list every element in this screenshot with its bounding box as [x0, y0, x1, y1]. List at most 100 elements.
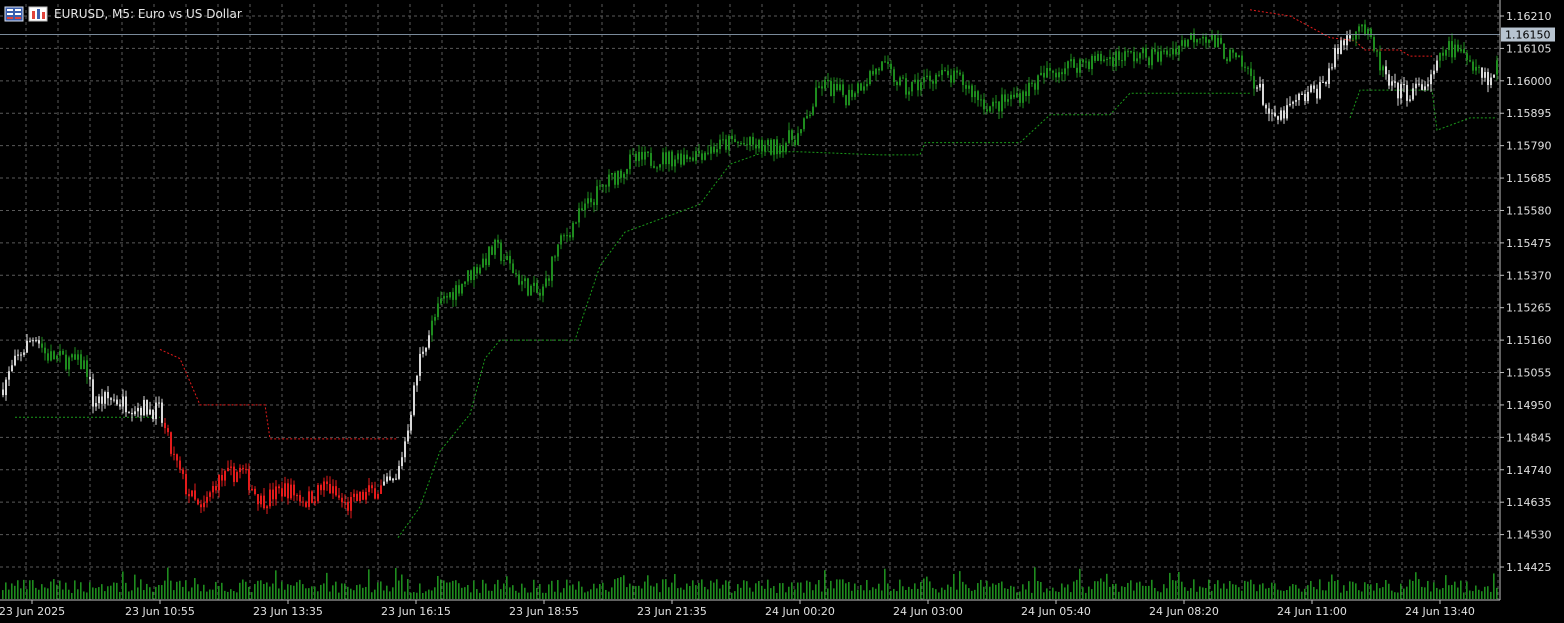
candle-body: [1247, 67, 1249, 69]
candle-body: [989, 106, 991, 112]
candle-body: [1304, 94, 1306, 101]
volume-bar: [1124, 587, 1126, 599]
candle-body: [266, 506, 268, 509]
table-icon[interactable]: [4, 6, 24, 22]
candle-body: [875, 68, 877, 75]
volume-bar: [335, 581, 337, 599]
x-tick-label: 24 Jun 11:00: [1277, 605, 1347, 618]
volume-bar: [1094, 581, 1096, 599]
candle-body: [1313, 85, 1315, 89]
candle-body: [584, 203, 586, 211]
volume-bar: [134, 574, 136, 599]
volume-bar: [596, 588, 598, 599]
candle-body: [836, 83, 838, 91]
candle-body: [968, 85, 970, 89]
price-chart[interactable]: 1.16210 1.16105 1.16000 1.15895 1.15790 1.156…: [0, 0, 1564, 623]
candle-body: [407, 430, 409, 442]
candle-body: [542, 286, 544, 296]
volume-bar: [719, 588, 721, 599]
volume-bar: [533, 579, 535, 599]
candle-body: [899, 77, 901, 86]
volume-bar: [356, 585, 358, 599]
candle-body: [47, 353, 49, 361]
volume-bar: [1427, 580, 1429, 599]
volume-bar: [437, 575, 439, 599]
candle-body: [1322, 81, 1324, 83]
volume-bar: [647, 575, 649, 599]
volume-bar: [1016, 592, 1018, 599]
volume-bar: [1103, 581, 1105, 599]
candle-body: [506, 255, 508, 261]
candle-body: [488, 246, 490, 266]
candle-body: [1424, 86, 1426, 90]
candle-body: [1100, 53, 1102, 62]
candle-body: [191, 490, 193, 497]
candle-body: [284, 483, 286, 497]
candle-body: [650, 153, 652, 166]
volume-bar: [188, 591, 190, 599]
candle-body: [641, 151, 643, 160]
volume-bar: [296, 582, 298, 599]
candle-body: [197, 499, 199, 505]
volume-bar: [1442, 587, 1444, 599]
volume-bar: [494, 584, 496, 599]
candle-body: [1052, 70, 1054, 73]
volume-bar: [452, 580, 454, 599]
volume-bar: [1139, 581, 1141, 599]
volume-bar: [1178, 571, 1180, 599]
candle-body: [1205, 36, 1207, 43]
time-axis: 23 Jun 2025 23 Jun 10:55 23 Jun 13:35 23 Ju…: [0, 599, 1500, 618]
volume-bar: [611, 587, 613, 599]
candle-body: [1121, 60, 1123, 62]
candle-body: [785, 142, 787, 152]
volume-bar: [350, 588, 352, 599]
candle-body: [95, 403, 97, 407]
volume-bar: [1328, 581, 1330, 599]
candle-body: [53, 351, 55, 360]
volume-bar: [713, 582, 715, 599]
candle-body: [1226, 58, 1228, 62]
volume-bar: [191, 587, 193, 599]
volume-bar: [812, 590, 814, 599]
chart-bars-icon[interactable]: [28, 6, 48, 22]
candle-body: [296, 495, 298, 497]
volume-bar: [779, 583, 781, 599]
volume-bar: [1304, 588, 1306, 599]
candle-body: [656, 167, 658, 169]
x-tick-label: 23 Jun 10:55: [125, 605, 195, 618]
candle-body: [437, 303, 439, 318]
candle-body: [272, 489, 274, 500]
candle-body: [809, 114, 811, 117]
candle-body: [419, 353, 421, 376]
candle-body: [461, 283, 463, 294]
candle-body: [470, 270, 472, 280]
candle-body: [998, 101, 1000, 112]
volume-bar: [23, 579, 25, 599]
volume-bar: [1229, 581, 1231, 599]
volume-bar: [1478, 589, 1480, 599]
candle-body: [668, 151, 670, 165]
volume-bar: [20, 588, 22, 599]
candle-body: [743, 143, 745, 145]
volume-bar: [902, 586, 904, 599]
volume-bar: [1118, 591, 1120, 599]
volume-bar: [44, 587, 46, 599]
candle-body: [1139, 53, 1141, 59]
volume-bar: [914, 583, 916, 599]
candle-body: [143, 399, 145, 416]
candle-body: [41, 343, 43, 348]
candle-body: [251, 488, 253, 491]
candle-body: [149, 409, 151, 415]
candle-body: [1463, 49, 1465, 54]
volume-bar: [482, 579, 484, 599]
candle-body: [827, 79, 829, 81]
candle-body: [833, 83, 835, 96]
volume-bar: [1388, 583, 1390, 599]
candle-body: [62, 350, 64, 355]
candle-body: [548, 278, 550, 281]
candle-body: [1037, 75, 1039, 90]
candle-body: [494, 239, 496, 255]
volume-bar: [881, 590, 883, 599]
candle-body: [5, 379, 7, 396]
candle-body: [1370, 28, 1372, 38]
